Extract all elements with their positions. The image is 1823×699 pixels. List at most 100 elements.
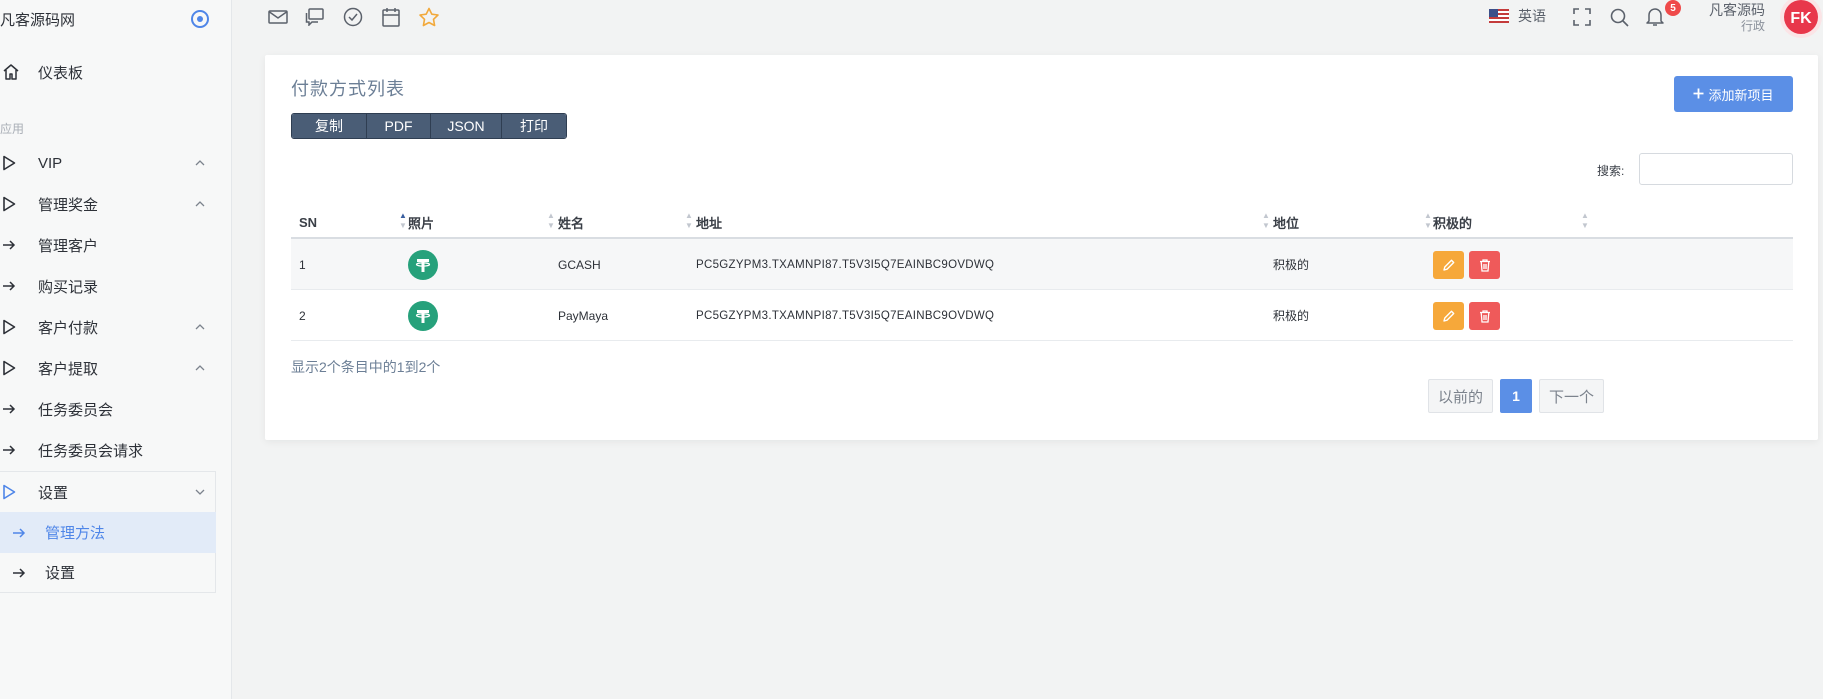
plus-icon: [1693, 87, 1704, 102]
chevron-up-icon: [193, 160, 207, 166]
sidebar: 凡客源码网 仪表板 应用 VIP 管理奖金 管理客户 购买记录 客户付款 客户提…: [0, 0, 232, 699]
avatar[interactable]: FK: [1778, 0, 1823, 38]
sidebar-subitem-manage-methods[interactable]: 管理方法: [0, 512, 216, 553]
sidebar-subitem-label: 设置: [45, 565, 76, 582]
column-header-status[interactable]: 地位: [1273, 205, 1299, 239]
brand-name[interactable]: 凡客源码网: [0, 9, 75, 30]
notification-badge: 5: [1665, 0, 1681, 16]
chevron-up-icon: [193, 365, 207, 371]
sidebar-item-customers[interactable]: 管理客户: [0, 225, 215, 265]
check-circle-icon[interactable]: [342, 6, 364, 28]
sidebar-item-withdrawals[interactable]: 客户提取: [0, 348, 215, 388]
star-icon[interactable]: [418, 6, 440, 28]
sidebar-toggle-icon[interactable]: [191, 10, 209, 28]
tether-icon: [408, 300, 438, 331]
home-icon: [0, 63, 38, 81]
json-button[interactable]: JSON: [431, 114, 502, 138]
chevron-down-icon: [193, 489, 207, 495]
pagination: 以前的 1 下一个: [1428, 379, 1605, 413]
sort-icon: ▲ ▼: [399, 211, 407, 230]
previous-page-button[interactable]: 以前的: [1428, 379, 1494, 413]
language-selector[interactable]: 英语: [1489, 6, 1546, 26]
sidebar-item-label: 仪表板: [38, 64, 84, 82]
sidebar-item-vip[interactable]: VIP: [0, 143, 215, 183]
fullscreen-icon[interactable]: [1571, 6, 1593, 28]
column-header-name[interactable]: 姓名: [558, 205, 584, 239]
column-header-sn[interactable]: SN: [299, 205, 317, 239]
sidebar-item-task-committee-requests[interactable]: 任务委员会请求: [0, 430, 215, 470]
sidebar-item-label: 任务委员会: [38, 401, 114, 419]
sort-icon: ▲ ▼: [1262, 211, 1270, 230]
edit-button[interactable]: [1433, 301, 1464, 330]
next-page-button[interactable]: 下一个: [1539, 379, 1605, 413]
sort-icon: ▲ ▼: [685, 211, 693, 230]
cell-name: PayMaya: [558, 308, 609, 323]
sidebar-subitem-label: 管理方法: [45, 525, 106, 542]
sidebar-item-label: 任务委员会请求: [38, 442, 144, 460]
cell-address: PC5GZYPM3.TXAMNPI87.T5V3I5Q7EAINBC9OVDWQ: [696, 258, 995, 271]
arrow-right-icon: [0, 444, 38, 456]
table-info: 显示2个条目中的1到2个: [291, 359, 441, 375]
avatar-initials: FK: [1790, 10, 1812, 27]
delete-button[interactable]: [1469, 301, 1500, 330]
play-outline-icon: [0, 319, 38, 335]
sidebar-item-label: 设置: [38, 484, 69, 502]
print-button[interactable]: 打印: [502, 114, 566, 138]
tether-icon: [408, 249, 438, 280]
search-label: 搜索:: [1597, 164, 1625, 178]
table-header: SN ▲ ▼ 照片 ▲ ▼ 姓名 ▲ ▼ 地址 ▲ ▼ 地位 ▲ ▼ 积极的 ▲ ▼: [291, 205, 1793, 239]
cell-status: 积极的: [1273, 258, 1310, 272]
search-icon[interactable]: [1608, 6, 1630, 28]
trash-icon: [1479, 258, 1490, 272]
add-new-item-button[interactable]: 添加新项目: [1674, 76, 1793, 112]
sidebar-item-label: 购买记录: [38, 278, 99, 296]
page-1-button[interactable]: 1: [1500, 379, 1533, 413]
chevron-up-icon: [193, 324, 207, 330]
sidebar-item-payments[interactable]: 客户付款: [0, 307, 215, 347]
column-header-photo[interactable]: 照片: [408, 205, 434, 239]
sidebar-item-label: 客户付款: [38, 319, 99, 337]
cell-sn: 2: [299, 308, 306, 323]
bell-icon[interactable]: [1644, 6, 1666, 28]
sidebar-item-dashboard[interactable]: 仪表板: [0, 52, 215, 92]
calendar-icon[interactable]: [380, 6, 402, 28]
play-outline-icon: [0, 484, 38, 500]
mail-icon[interactable]: [267, 6, 289, 28]
edit-button[interactable]: [1433, 250, 1464, 279]
user-role: 行政: [1740, 19, 1765, 33]
topbar: 英语 5 凡客源码 行政 FK: [233, 0, 1823, 38]
column-header-active[interactable]: 积极的: [1433, 205, 1472, 239]
column-header-address[interactable]: 地址: [696, 205, 722, 239]
cell-sn: 1: [299, 257, 306, 272]
sidebar-item-bonus[interactable]: 管理奖金: [0, 184, 215, 224]
sidebar-item-task-committee[interactable]: 任务委员会: [0, 389, 215, 429]
pencil-icon: [1442, 310, 1454, 322]
search-input[interactable]: [1639, 153, 1793, 185]
sort-icon: ▲ ▼: [547, 211, 555, 230]
table-row: 2 PayMaya PC5GZYPM3.TXAMNPI87.T5V3I5Q7EA…: [291, 290, 1793, 341]
payment-methods-table: SN ▲ ▼ 照片 ▲ ▼ 姓名 ▲ ▼ 地址 ▲ ▼ 地位 ▲ ▼ 积极的 ▲ ▼ 1 G…: [291, 205, 1793, 341]
trash-icon: [1479, 309, 1490, 323]
sidebar-subitem-settings[interactable]: 设置: [0, 553, 216, 593]
sidebar-item-settings[interactable]: 设置: [0, 471, 216, 512]
delete-button[interactable]: [1469, 250, 1500, 279]
add-new-item-label: 添加新项目: [1708, 87, 1774, 103]
cell-photo: [408, 239, 438, 290]
sidebar-item-label: VIP: [38, 154, 63, 172]
arrow-right-icon: [0, 567, 45, 579]
pencil-icon: [1442, 259, 1454, 271]
language-label: 英语: [1518, 8, 1546, 24]
arrow-right-icon: [0, 527, 45, 539]
play-outline-icon: [0, 155, 38, 171]
section-label: 应用: [0, 122, 25, 136]
cell-address: PC5GZYPM3.TXAMNPI87.T5V3I5Q7EAINBC9OVDWQ: [696, 309, 995, 322]
arrow-right-icon: [0, 280, 38, 292]
sort-icon: ▲ ▼: [1424, 211, 1432, 230]
copy-button[interactable]: 复制: [292, 114, 367, 138]
chat-icon[interactable]: [304, 6, 326, 28]
sidebar-item-purchases[interactable]: 购买记录: [0, 266, 215, 306]
pdf-button[interactable]: PDF: [367, 114, 431, 138]
cell-name: GCASH: [558, 257, 601, 272]
arrow-right-icon: [0, 403, 38, 415]
sidebar-item-label: 客户提取: [38, 360, 99, 378]
